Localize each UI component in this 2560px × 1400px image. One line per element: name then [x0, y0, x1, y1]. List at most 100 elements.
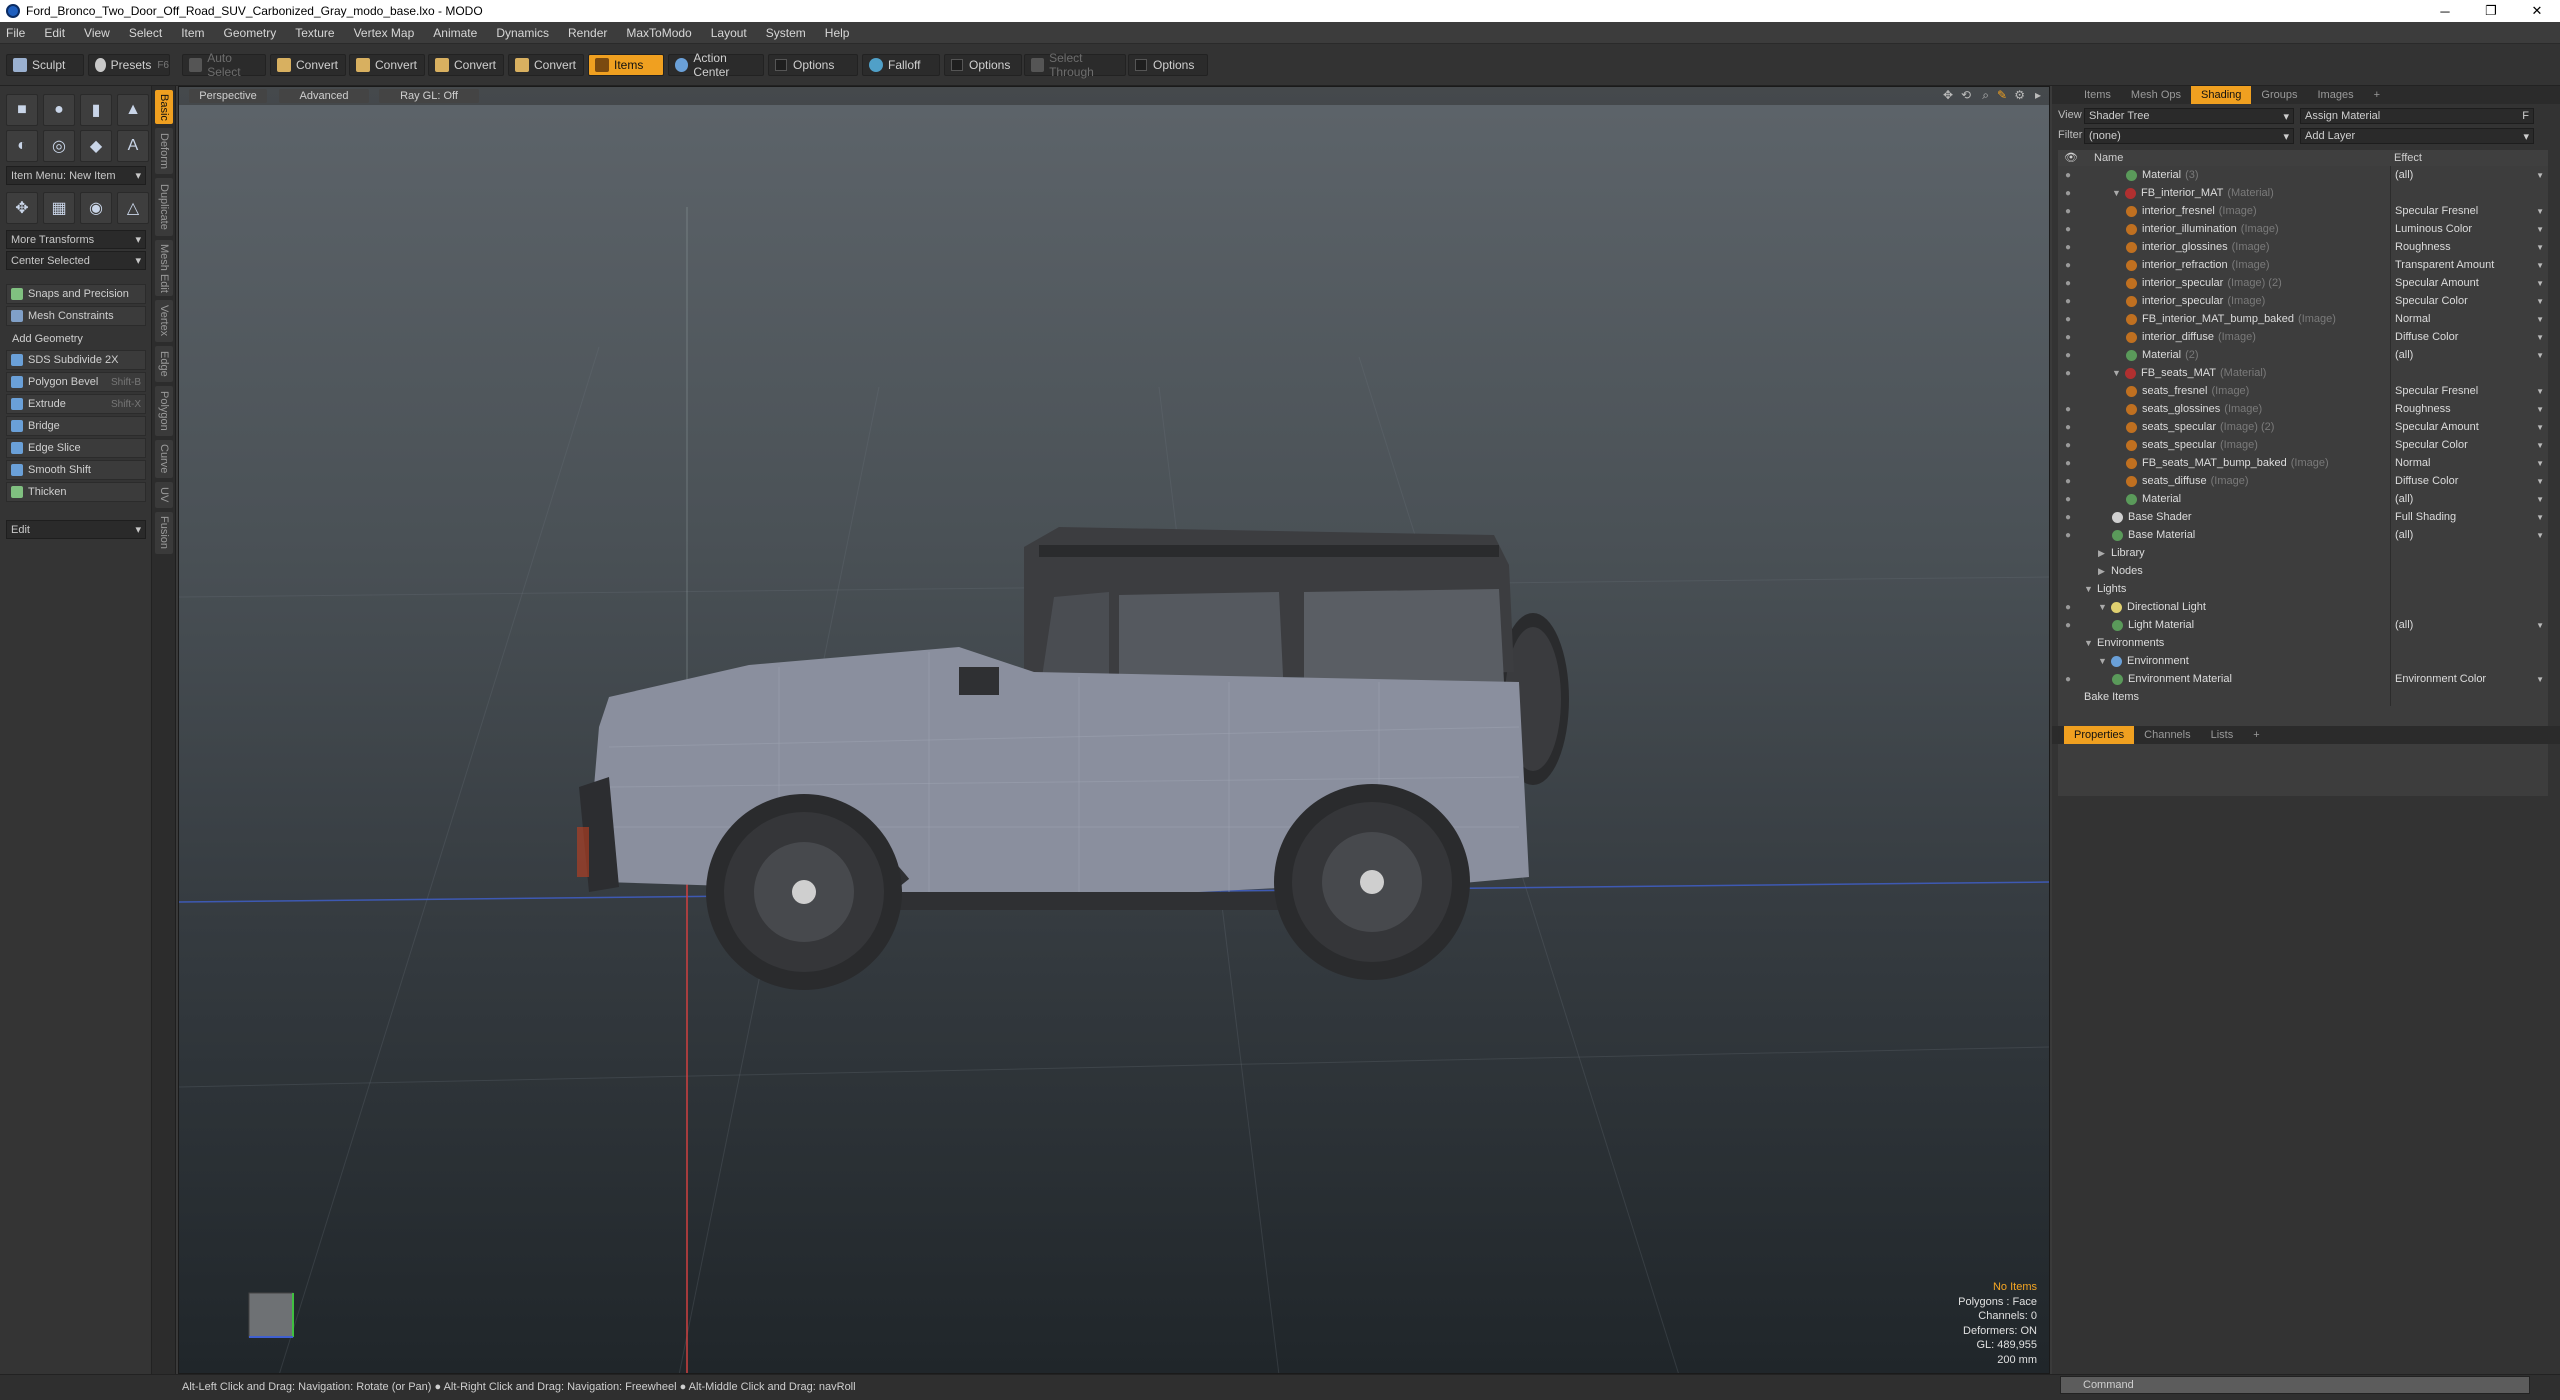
expand-toggle-icon[interactable]: ▶ — [2098, 548, 2108, 559]
vtab-duplicate[interactable]: Duplicate — [155, 178, 173, 236]
visibility-eye-icon[interactable]: ● — [2060, 473, 2076, 489]
menu-dynamics[interactable]: Dynamics — [496, 26, 549, 40]
visibility-eye-icon[interactable]: ● — [2060, 347, 2076, 363]
falloff-button[interactable]: Falloff — [862, 54, 940, 76]
effect-cell[interactable]: (all) ▼ — [2390, 616, 2548, 634]
tab-add[interactable]: + — [2364, 86, 2390, 104]
shader-tree-row[interactable]: ● Material (all) ▼ — [2058, 490, 2548, 508]
visibility-eye-icon[interactable]: ● — [2060, 311, 2076, 327]
visibility-eye-icon[interactable]: ● — [2060, 401, 2076, 417]
vtab-basic[interactable]: Basic — [155, 90, 173, 124]
visibility-eye-icon[interactable]: ● — [2060, 617, 2076, 633]
shader-tree-row[interactable]: ▶ Nodes — [2058, 562, 2548, 580]
chevron-down-icon[interactable]: ▼ — [2536, 621, 2544, 630]
shader-tree-row[interactable]: ● interior_specular (Image) Specular Color ▼ — [2058, 292, 2548, 310]
center-selected-dropdown[interactable]: Center Selected ▾ — [6, 251, 146, 270]
expand-toggle-icon[interactable]: ▼ — [2098, 656, 2108, 666]
tab-add-properties[interactable]: + — [2243, 726, 2269, 744]
effect-cell[interactable]: Specular Color ▼ — [2390, 292, 2548, 310]
convert-polygons-button[interactable]: Convert — [428, 54, 504, 76]
visibility-eye-icon[interactable]: ● — [2060, 365, 2076, 381]
effect-cell[interactable]: Full Shading ▼ — [2390, 508, 2548, 526]
visibility-eye-icon[interactable]: ● — [2060, 257, 2076, 273]
options-checkbox-3[interactable] — [1135, 59, 1147, 71]
vtab-mesh-edit[interactable]: Mesh Edit — [155, 240, 173, 296]
tab-groups[interactable]: Groups — [2251, 86, 2307, 104]
shader-tree-row[interactable]: Bake Items — [2058, 688, 2548, 706]
expand-toggle-icon[interactable]: ▶ — [2098, 566, 2108, 577]
chevron-down-icon[interactable]: ▼ — [2536, 675, 2544, 684]
shader-tree-row[interactable]: ● Material (3) (all) ▼ — [2058, 166, 2548, 184]
vtab-fusion[interactable]: Fusion — [155, 512, 173, 554]
effect-cell[interactable]: Roughness ▼ — [2390, 400, 2548, 418]
shader-tree-row[interactable]: ● Base Material (all) ▼ — [2058, 526, 2548, 544]
chevron-down-icon[interactable]: ▼ — [2536, 315, 2544, 324]
menu-view[interactable]: View — [84, 26, 110, 40]
visibility-eye-icon[interactable] — [2060, 635, 2076, 651]
visibility-eye-icon[interactable] — [2060, 563, 2076, 579]
move-icon[interactable]: ✥ — [6, 192, 38, 224]
select-through-button[interactable]: Select Through — [1024, 51, 1126, 79]
sphere-icon[interactable]: ● — [43, 94, 75, 126]
visibility-eye-icon[interactable] — [2060, 581, 2076, 597]
shader-tree-row[interactable]: ▼ Lights — [2058, 580, 2548, 598]
chevron-down-icon[interactable]: ▼ — [2536, 333, 2544, 342]
transform-icon[interactable]: △ — [117, 192, 149, 224]
visibility-eye-icon[interactable] — [2060, 545, 2076, 561]
item-menu-dropdown[interactable]: Item Menu: New Item ▾ — [6, 166, 146, 185]
tool-polygon-bevel[interactable]: Polygon Bevel Shift-B — [6, 372, 146, 392]
effect-cell[interactable]: (all) ▼ — [2390, 346, 2548, 364]
name-column-header[interactable]: Name — [2094, 152, 2123, 164]
shader-tree-row[interactable]: seats_fresnel (Image) Specular Fresnel ▼ — [2058, 382, 2548, 400]
menu-edit[interactable]: Edit — [44, 26, 65, 40]
options-checkbox-2[interactable] — [951, 59, 963, 71]
vtab-polygon[interactable]: Polygon — [155, 386, 173, 436]
tool-edge-slice[interactable]: Edge Slice — [6, 438, 146, 458]
visibility-eye-icon[interactable]: ● — [2060, 491, 2076, 507]
shader-tree-row[interactable]: ● interior_diffuse (Image) Diffuse Color ▼ — [2058, 328, 2548, 346]
vtab-deform[interactable]: Deform — [155, 128, 173, 174]
tab-lists[interactable]: Lists — [2201, 726, 2244, 744]
expand-toggle-icon[interactable]: ▼ — [2098, 602, 2108, 612]
visibility-eye-icon[interactable]: ● — [2060, 455, 2076, 471]
shader-tree-row[interactable]: ● Light Material (all) ▼ — [2058, 616, 2548, 634]
plane-icon[interactable]: ◆ — [80, 130, 112, 162]
text-icon[interactable]: A — [117, 130, 149, 162]
rotate-icon[interactable]: ◉ — [80, 192, 112, 224]
convert-edges-button[interactable]: Convert — [349, 54, 425, 76]
menu-item[interactable]: Item — [181, 26, 204, 40]
effect-cell[interactable]: Luminous Color ▼ — [2390, 220, 2548, 238]
auto-select-button[interactable]: Auto Select — [182, 51, 266, 79]
visibility-eye-icon[interactable]: ● — [2060, 419, 2076, 435]
expand-toggle-icon[interactable]: ▼ — [2112, 188, 2122, 198]
shader-tree-row[interactable]: ● interior_fresnel (Image) Specular Fresnel… — [2058, 202, 2548, 220]
tool-bridge[interactable]: Bridge — [6, 416, 146, 436]
tab-images[interactable]: Images — [2308, 86, 2364, 104]
shader-tree-row[interactable]: ● FB_interior_MAT_bump_baked (Image) Normal… — [2058, 310, 2548, 328]
effect-cell[interactable]: Normal ▼ — [2390, 454, 2548, 472]
menu-vertex-map[interactable]: Vertex Map — [354, 26, 415, 40]
sculpt-button[interactable]: Sculpt — [6, 54, 84, 76]
vtab-curve[interactable]: Curve — [155, 440, 173, 478]
shader-tree-row[interactable]: ▼ Environments — [2058, 634, 2548, 652]
menu-system[interactable]: System — [766, 26, 806, 40]
options-button-2[interactable]: Options — [944, 54, 1022, 76]
tool-extrude[interactable]: Extrude Shift-X — [6, 394, 146, 414]
shader-tree-row[interactable]: ● interior_glossines (Image) Roughness ▼ — [2058, 238, 2548, 256]
items-mode-button[interactable]: Items — [588, 54, 664, 76]
effect-column-header[interactable]: Effect — [2394, 152, 2422, 164]
convert-vertices-button[interactable]: Convert — [270, 54, 346, 76]
menu-file[interactable]: File — [6, 26, 25, 40]
shader-tree-row[interactable]: ● interior_refraction (Image) Transparent A… — [2058, 256, 2548, 274]
visibility-eye-icon[interactable]: ● — [2060, 167, 2076, 183]
vtab-vertex[interactable]: Vertex — [155, 300, 173, 342]
presets-button[interactable]: Presets F6 — [88, 54, 170, 76]
capsule-icon[interactable]: ◐ — [6, 130, 38, 162]
close-icon[interactable]: ✕ — [2514, 0, 2560, 22]
chevron-down-icon[interactable]: ▼ — [2536, 441, 2544, 450]
menu-render[interactable]: Render — [568, 26, 607, 40]
tool-thicken[interactable]: Thicken — [6, 482, 146, 502]
add-layer-dropdown[interactable]: Add Layer ▾ — [2300, 128, 2534, 144]
cube-icon[interactable]: ■ — [6, 94, 38, 126]
visibility-eye-icon[interactable]: ● — [2060, 437, 2076, 453]
